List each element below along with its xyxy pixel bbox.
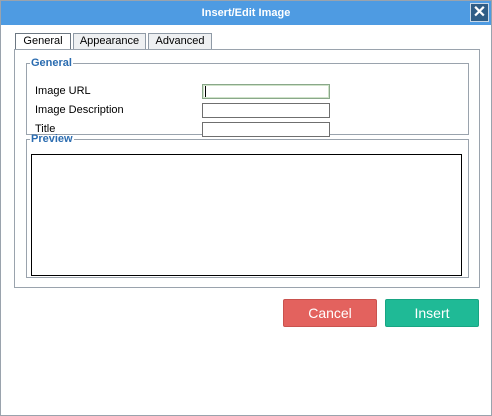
preview-legend: Preview xyxy=(31,133,73,145)
tab-advanced[interactable]: Advanced xyxy=(148,33,212,49)
insert-edit-image-dialog: Insert/Edit Image ✕ General Appearance A… xyxy=(0,0,492,416)
cancel-button[interactable]: Cancel xyxy=(283,299,377,327)
image-url-input[interactable] xyxy=(202,84,330,99)
tab-panel-general: General Image URL Image Description Titl… xyxy=(14,49,480,288)
dialog-title: Insert/Edit Image xyxy=(201,7,291,19)
dialog-titlebar: Insert/Edit Image ✕ xyxy=(1,1,491,25)
tab-appearance[interactable]: Appearance xyxy=(73,33,146,49)
image-description-label: Image Description xyxy=(35,104,124,116)
tab-general[interactable]: General xyxy=(15,33,71,50)
text-caret xyxy=(205,86,206,97)
image-url-label: Image URL xyxy=(35,85,91,97)
insert-button[interactable]: Insert xyxy=(385,299,479,327)
general-legend: General xyxy=(31,57,72,69)
preview-fieldset: Preview xyxy=(26,133,469,278)
image-description-input[interactable] xyxy=(202,103,330,118)
close-icon[interactable]: ✕ xyxy=(470,3,489,22)
general-fieldset: General Image URL Image Description Titl… xyxy=(26,57,469,137)
image-preview-area xyxy=(31,154,462,276)
